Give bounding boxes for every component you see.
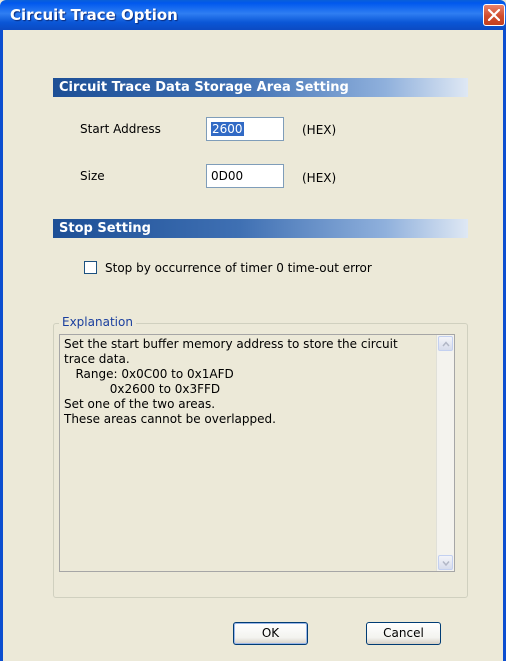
start-address-value: 2600 bbox=[211, 122, 244, 136]
window-border-left bbox=[0, 30, 3, 661]
storage-section-header: Circuit Trace Data Storage Area Setting bbox=[53, 78, 468, 97]
size-input[interactable]: 0D00 bbox=[206, 164, 284, 188]
explanation-text: Set the start buffer memory address to s… bbox=[64, 337, 398, 426]
window-title: Circuit Trace Option bbox=[10, 6, 178, 24]
explanation-legend: Explanation bbox=[59, 315, 136, 329]
size-hex-suffix: (HEX) bbox=[302, 171, 337, 185]
cancel-button[interactable]: Cancel bbox=[366, 622, 441, 645]
size-value: 0D00 bbox=[211, 169, 244, 183]
start-address-input[interactable]: 2600 bbox=[206, 117, 284, 141]
explanation-scrollbar[interactable] bbox=[436, 335, 454, 571]
scroll-up-button[interactable] bbox=[438, 336, 453, 351]
ok-button[interactable]: OK bbox=[233, 622, 308, 645]
chevron-down-icon bbox=[442, 561, 450, 567]
start-address-label: Start Address bbox=[80, 122, 161, 136]
close-button[interactable] bbox=[483, 4, 505, 26]
close-icon bbox=[488, 9, 500, 21]
stop-timer-checkbox-label[interactable]: Stop by occurrence of timer 0 time-out e… bbox=[105, 261, 372, 275]
size-label: Size bbox=[80, 169, 105, 183]
title-bar[interactable]: Circuit Trace Option bbox=[0, 0, 506, 30]
start-address-hex-suffix: (HEX) bbox=[302, 123, 337, 137]
scroll-down-button[interactable] bbox=[438, 555, 453, 570]
stop-section-header: Stop Setting bbox=[53, 219, 468, 238]
stop-timer-checkbox[interactable] bbox=[84, 261, 97, 274]
explanation-textbox[interactable]: Set the start buffer memory address to s… bbox=[59, 334, 455, 572]
chevron-up-icon bbox=[442, 341, 450, 347]
